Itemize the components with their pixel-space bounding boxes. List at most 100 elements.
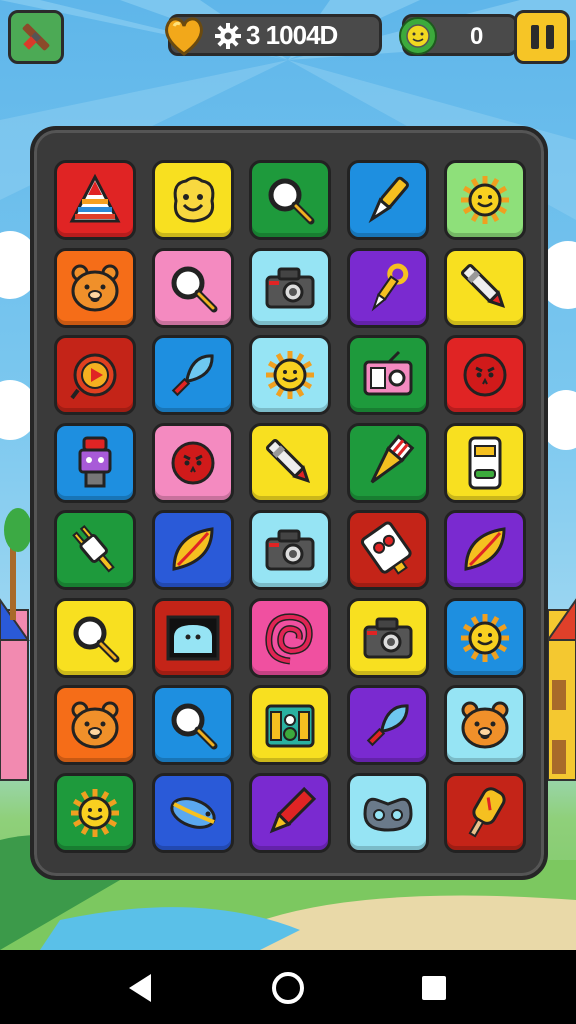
magnifier-icon bbox=[73, 616, 120, 662]
bear-face-icon bbox=[71, 264, 119, 311]
board-tile[interactable] bbox=[151, 772, 234, 853]
board-tile[interactable] bbox=[151, 685, 234, 765]
mask-face-icon bbox=[362, 797, 413, 832]
board-tile[interactable] bbox=[54, 685, 136, 765]
pause-icon bbox=[530, 25, 539, 49]
board-tile[interactable] bbox=[346, 772, 429, 853]
back-triangle-icon bbox=[129, 974, 151, 1002]
robot-icon bbox=[78, 436, 112, 487]
radio-camera-icon bbox=[363, 350, 412, 396]
camera-icon bbox=[265, 529, 315, 571]
smiley-sun-badge-icon bbox=[399, 17, 437, 55]
sun-face-icon bbox=[461, 176, 509, 224]
recents-button[interactable] bbox=[414, 968, 454, 1008]
board-tile[interactable] bbox=[54, 335, 136, 415]
camera-icon bbox=[363, 617, 412, 658]
board-tile[interactable] bbox=[346, 510, 429, 590]
round-face-icon bbox=[171, 441, 214, 484]
board-tile[interactable] bbox=[151, 160, 234, 240]
gear-icon bbox=[215, 22, 241, 49]
score-value: 0 bbox=[470, 23, 484, 50]
wrench-pen-icon bbox=[371, 263, 408, 311]
speaker-box-icon bbox=[265, 704, 315, 748]
board-tile[interactable] bbox=[249, 160, 331, 240]
board-tile[interactable] bbox=[54, 597, 136, 678]
board-tile[interactable] bbox=[346, 597, 429, 678]
swirl-icon bbox=[265, 612, 313, 664]
match-board bbox=[30, 126, 548, 880]
board-tile[interactable] bbox=[249, 510, 331, 590]
board-tile[interactable] bbox=[346, 685, 429, 765]
board-tile[interactable] bbox=[444, 422, 526, 503]
popsicle-icon bbox=[468, 786, 506, 838]
recents-square-icon bbox=[422, 976, 446, 1000]
pen-nib-icon bbox=[368, 176, 409, 224]
board-tile[interactable] bbox=[249, 685, 331, 765]
magnifier-icon bbox=[171, 703, 217, 750]
sun-face-icon bbox=[71, 788, 119, 837]
feather-brush-icon bbox=[366, 704, 409, 747]
board-tile[interactable] bbox=[444, 597, 526, 678]
board-tile[interactable] bbox=[151, 247, 234, 328]
board-tile[interactable] bbox=[444, 160, 526, 240]
sun-face-icon bbox=[266, 351, 314, 399]
feather-brush-icon bbox=[171, 354, 214, 397]
back-button[interactable] bbox=[120, 968, 160, 1008]
round-face-icon bbox=[463, 353, 507, 397]
bear-face-icon bbox=[71, 701, 119, 749]
board-tile[interactable] bbox=[54, 422, 136, 503]
board-tile[interactable] bbox=[346, 335, 429, 415]
board-tile[interactable] bbox=[249, 772, 331, 853]
camera-icon bbox=[265, 267, 315, 308]
play-badge-icon bbox=[70, 353, 117, 400]
board-tile[interactable] bbox=[249, 422, 331, 503]
gold-heart-coin-icon bbox=[165, 17, 203, 56]
board-tile[interactable] bbox=[346, 247, 429, 328]
crossed-tools-icon bbox=[22, 23, 50, 51]
board-tile[interactable] bbox=[444, 510, 526, 590]
plug-icon bbox=[72, 524, 115, 573]
board-tile[interactable] bbox=[151, 335, 234, 415]
board-tile[interactable] bbox=[444, 335, 526, 415]
tv-ghost-icon bbox=[166, 615, 219, 660]
marker-icon bbox=[265, 438, 311, 483]
paint-brush-icon bbox=[370, 433, 414, 483]
bear-face-icon bbox=[461, 701, 509, 749]
board-tile[interactable] bbox=[151, 597, 234, 678]
smiling-blob-icon bbox=[173, 176, 214, 223]
card-pen-icon bbox=[360, 521, 412, 575]
board-tile[interactable] bbox=[249, 335, 331, 415]
sun-face-icon bbox=[461, 613, 509, 662]
phone-icon bbox=[468, 436, 502, 489]
board-tile[interactable] bbox=[346, 422, 429, 503]
board-tile[interactable] bbox=[249, 597, 331, 678]
board-tile[interactable] bbox=[249, 247, 331, 328]
home-circle-icon bbox=[272, 972, 304, 1004]
top-hud: 3 1004D 0 bbox=[0, 6, 576, 64]
board-tile[interactable] bbox=[151, 510, 234, 590]
board-tile[interactable] bbox=[346, 160, 429, 240]
marker-icon bbox=[460, 263, 506, 308]
pencil-icon bbox=[269, 786, 317, 833]
coin-value: 3 1004D bbox=[246, 20, 338, 50]
board-tile[interactable] bbox=[151, 422, 234, 503]
rainbow-pyramid-icon bbox=[69, 173, 121, 223]
pause-button[interactable] bbox=[514, 10, 570, 64]
board-tile[interactable] bbox=[444, 772, 526, 853]
leaf-icon bbox=[171, 527, 214, 571]
board-tile[interactable] bbox=[54, 510, 136, 590]
board-tile[interactable] bbox=[54, 772, 136, 853]
coin-count: 3 1004D bbox=[214, 20, 338, 51]
board-tile[interactable] bbox=[444, 685, 526, 765]
board-tile[interactable] bbox=[54, 160, 136, 240]
magnifier-icon bbox=[268, 178, 315, 225]
fish-icon bbox=[169, 796, 216, 829]
leaf-icon bbox=[464, 527, 506, 571]
pause-icon bbox=[545, 25, 554, 49]
android-nav-bar bbox=[0, 950, 576, 1024]
board-tile[interactable] bbox=[444, 247, 526, 328]
board-tile[interactable] bbox=[54, 247, 136, 328]
home-button[interactable] bbox=[268, 968, 308, 1008]
tools-menu-button[interactable] bbox=[8, 10, 64, 64]
magnifier-icon bbox=[171, 266, 217, 312]
